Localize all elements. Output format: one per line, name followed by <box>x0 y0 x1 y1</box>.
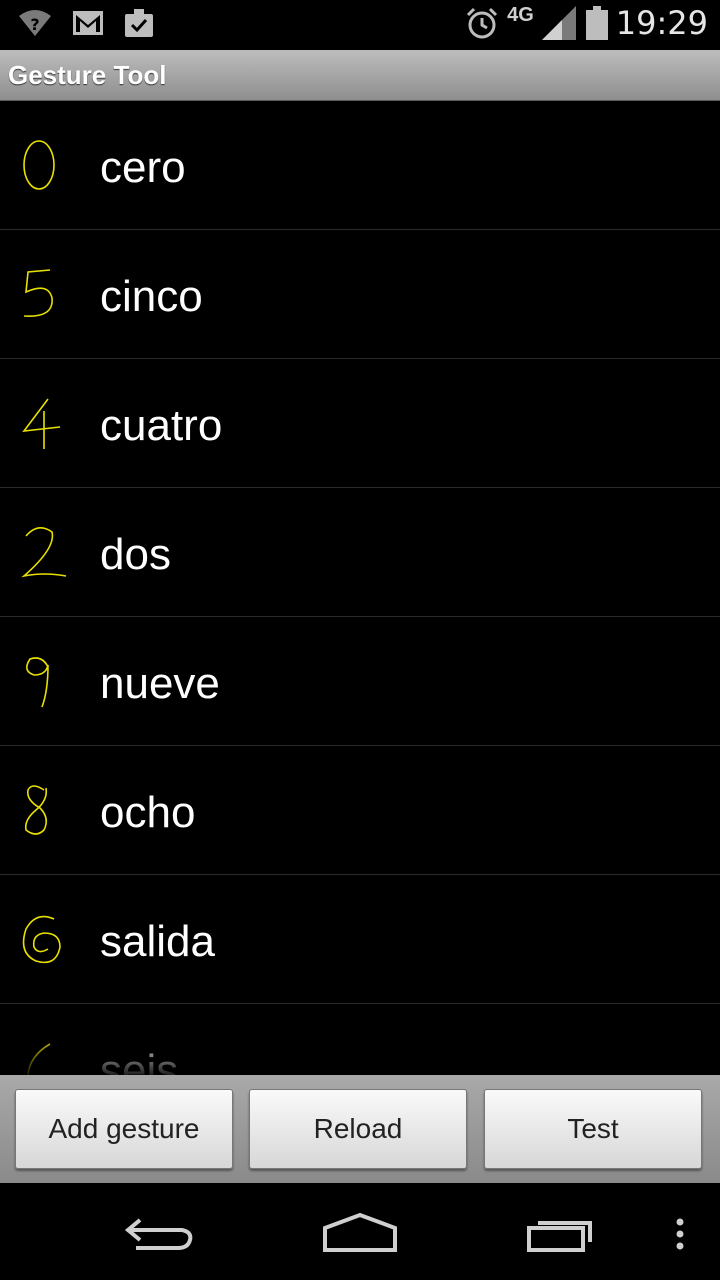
gmail-icon <box>73 11 103 35</box>
list-item[interactable]: cuatro <box>0 359 720 488</box>
gesture-label: nueve <box>100 659 220 708</box>
signal-icon <box>541 6 576 40</box>
gesture-list[interactable]: cero cinco cuatro dos nueve ocho salida <box>0 101 720 1075</box>
gesture-label: cuatro <box>100 401 223 450</box>
recent-apps-icon[interactable] <box>526 1214 598 1254</box>
menu-icon[interactable] <box>672 1216 688 1256</box>
back-icon[interactable] <box>122 1214 198 1254</box>
navigation-bar <box>0 1184 720 1280</box>
alarm-icon <box>467 7 498 39</box>
gesture-zero-icon <box>23 140 55 190</box>
clock: 19:29 <box>615 4 708 42</box>
gesture-nine-icon <box>26 657 49 708</box>
test-button[interactable]: Test <box>484 1089 702 1169</box>
gesture-eight-icon <box>24 785 48 835</box>
network-type: 4G <box>507 3 534 26</box>
status-bar: ? 4G 19:29 <box>0 0 720 50</box>
gesture-label: salida <box>100 917 215 966</box>
list-fade-edge <box>0 1031 720 1075</box>
gesture-four-icon <box>22 398 61 449</box>
gesture-label: ocho <box>100 788 196 837</box>
list-item[interactable]: nueve <box>0 617 720 746</box>
button-bar: Add gesture Reload Test <box>0 1075 720 1183</box>
list-item[interactable]: salida <box>0 875 720 1004</box>
list-item[interactable]: ocho <box>0 746 720 875</box>
gesture-spiral-icon <box>22 915 61 964</box>
wifi-question-icon: ? <box>19 10 51 36</box>
gesture-five-icon <box>23 269 53 317</box>
svg-text:?: ? <box>30 15 39 34</box>
list-item[interactable]: dos <box>0 488 720 617</box>
gesture-two-icon <box>21 527 67 578</box>
home-icon[interactable] <box>322 1212 398 1254</box>
gesture-label: cinco <box>100 272 203 321</box>
gesture-label: dos <box>100 530 171 579</box>
list-item[interactable]: cero <box>0 101 720 230</box>
add-gesture-button[interactable]: Add gesture <box>15 1089 233 1169</box>
notification-icons: ? <box>18 8 154 38</box>
battery-icon <box>585 6 608 40</box>
gesture-label: cero <box>100 143 186 192</box>
app-title-bar: Gesture Tool <box>0 50 720 101</box>
clipboard-check-icon <box>125 9 153 37</box>
system-icons: 4G 19:29 <box>465 4 708 42</box>
list-item[interactable]: cinco <box>0 230 720 359</box>
reload-button[interactable]: Reload <box>249 1089 467 1169</box>
app-title: Gesture Tool <box>8 60 167 90</box>
